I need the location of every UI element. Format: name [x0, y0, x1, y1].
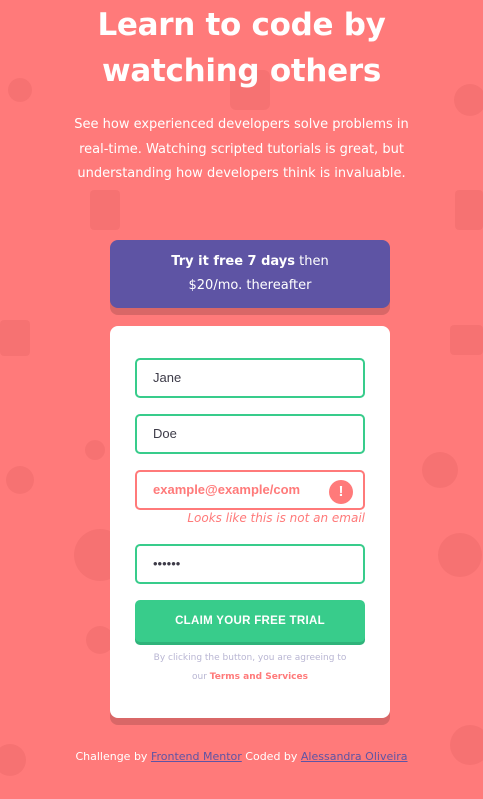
promo-price-text: $20/mo. thereafter	[188, 278, 312, 293]
page: Learn to code by watching others See how…	[0, 0, 483, 799]
last-name-field[interactable]: Doe	[135, 414, 365, 454]
frontend-mentor-link[interactable]: Frontend Mentor	[151, 750, 242, 763]
email-value: example@example/com	[153, 482, 301, 497]
email-error-message: Looks like this is not an email	[187, 511, 365, 525]
password-field[interactable]: ••••••	[135, 544, 365, 584]
signup-card: Jane Doe example@example/com ! Looks lik…	[110, 326, 390, 718]
password-value: ••••••	[153, 556, 181, 571]
email-field[interactable]: example@example/com !	[135, 470, 365, 510]
hero-description: See how experienced developers solve pro…	[74, 117, 409, 181]
error-exclamation-icon: !	[329, 480, 353, 504]
terms-our: our	[192, 672, 210, 682]
promo-banner: Try it free 7 days then $20/mo. thereaft…	[110, 240, 390, 308]
last-name-value: Doe	[153, 426, 177, 441]
promo-bold-text: Try it free 7 days	[171, 254, 296, 269]
hero-title-line2: watching others	[102, 53, 381, 89]
promo-rest-text: then	[295, 254, 329, 269]
first-name-value: Jane	[153, 370, 182, 385]
claim-trial-button[interactable]: CLAIM YOUR FREE TRIAL	[135, 600, 365, 642]
hero-title-line1: Learn to code by	[97, 7, 386, 43]
attribution-coded-prefix: Coded by	[241, 750, 301, 763]
terms-link[interactable]: Terms and Services	[210, 672, 308, 682]
first-name-field[interactable]: Jane	[135, 358, 365, 398]
terms-line1: By clicking the button, you are agreeing…	[153, 653, 347, 663]
terms-notice: By clicking the button, you are agreeing…	[135, 649, 365, 687]
attribution: Challenge by Frontend Mentor Coded by Al…	[0, 750, 483, 763]
author-link[interactable]: Alessandra Oliveira	[301, 750, 408, 763]
hero-title: Learn to code by watching others	[0, 2, 483, 94]
attribution-challenge-prefix: Challenge by	[75, 750, 151, 763]
